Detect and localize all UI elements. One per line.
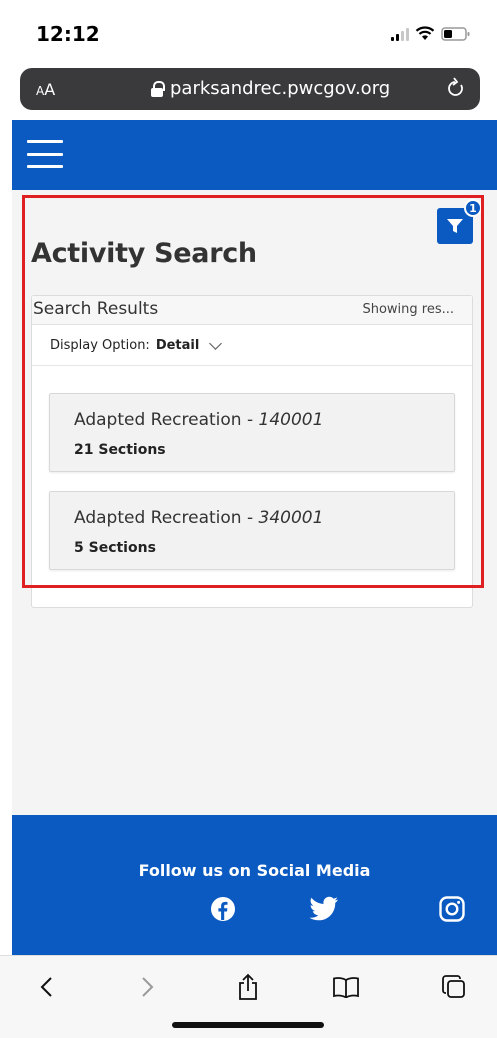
site-header (12, 120, 497, 190)
result-card[interactable]: Adapted Recreation - 140001 21 Sections (49, 393, 455, 472)
lock-icon (150, 80, 165, 97)
result-card-sections: 5 Sections (74, 540, 156, 556)
hamburger-menu-icon[interactable] (27, 140, 63, 168)
display-option-label: Display Option: (50, 338, 150, 353)
site-footer: Follow us on Social Media (12, 815, 497, 955)
search-results-panel: Search Results Showing res... Display Op… (31, 295, 473, 608)
wifi-icon (415, 26, 435, 40)
forward-arrow-icon[interactable] (131, 970, 165, 1004)
results-count-text: Showing res... (362, 302, 454, 317)
result-card-title: Adapted Recreation - 140001 (74, 410, 324, 430)
display-option-value: Detail (155, 338, 200, 353)
divider (32, 365, 472, 366)
chevron-down-icon (209, 336, 223, 350)
reload-icon[interactable] (446, 77, 466, 99)
search-results-title: Search Results (33, 299, 159, 319)
instagram-icon[interactable] (437, 894, 467, 924)
activity-code: 340001 (258, 508, 324, 528)
result-card-title: Adapted Recreation - 340001 (74, 508, 324, 528)
status-bar: 12:12 (0, 0, 497, 66)
reader-text-size-button[interactable]: AA (36, 80, 55, 99)
result-card[interactable]: Adapted Recreation - 340001 5 Sections (49, 491, 455, 570)
facebook-icon[interactable] (208, 894, 238, 924)
activity-code: 140001 (258, 410, 324, 430)
status-icons (391, 26, 471, 41)
twitter-icon[interactable] (309, 894, 339, 924)
back-arrow-icon[interactable] (29, 970, 63, 1004)
url-display[interactable]: parksandrec.pwcgov.org (150, 78, 390, 99)
share-icon[interactable] (231, 970, 265, 1004)
filter-icon (447, 219, 463, 233)
filter-count-badge: 1 (464, 199, 482, 217)
result-card-sections: 21 Sections (74, 442, 166, 458)
home-indicator (172, 1022, 324, 1028)
battery-icon (441, 26, 470, 41)
url-text: parksandrec.pwcgov.org (170, 78, 391, 99)
tabs-icon[interactable] (437, 970, 471, 1004)
footer-title: Follow us on Social Media (138, 861, 371, 880)
status-time: 12:12 (36, 22, 100, 46)
browser-toolbar (0, 955, 497, 1038)
bookmarks-icon[interactable] (329, 970, 363, 1004)
display-option-dropdown[interactable]: Display Option: Detail (50, 336, 223, 353)
page-title: Activity Search (31, 238, 257, 269)
search-results-header: Search Results Showing res... (32, 296, 472, 325)
cellular-signal-icon (391, 27, 409, 41)
browser-address-bar[interactable]: AA parksandrec.pwcgov.org (20, 68, 480, 110)
